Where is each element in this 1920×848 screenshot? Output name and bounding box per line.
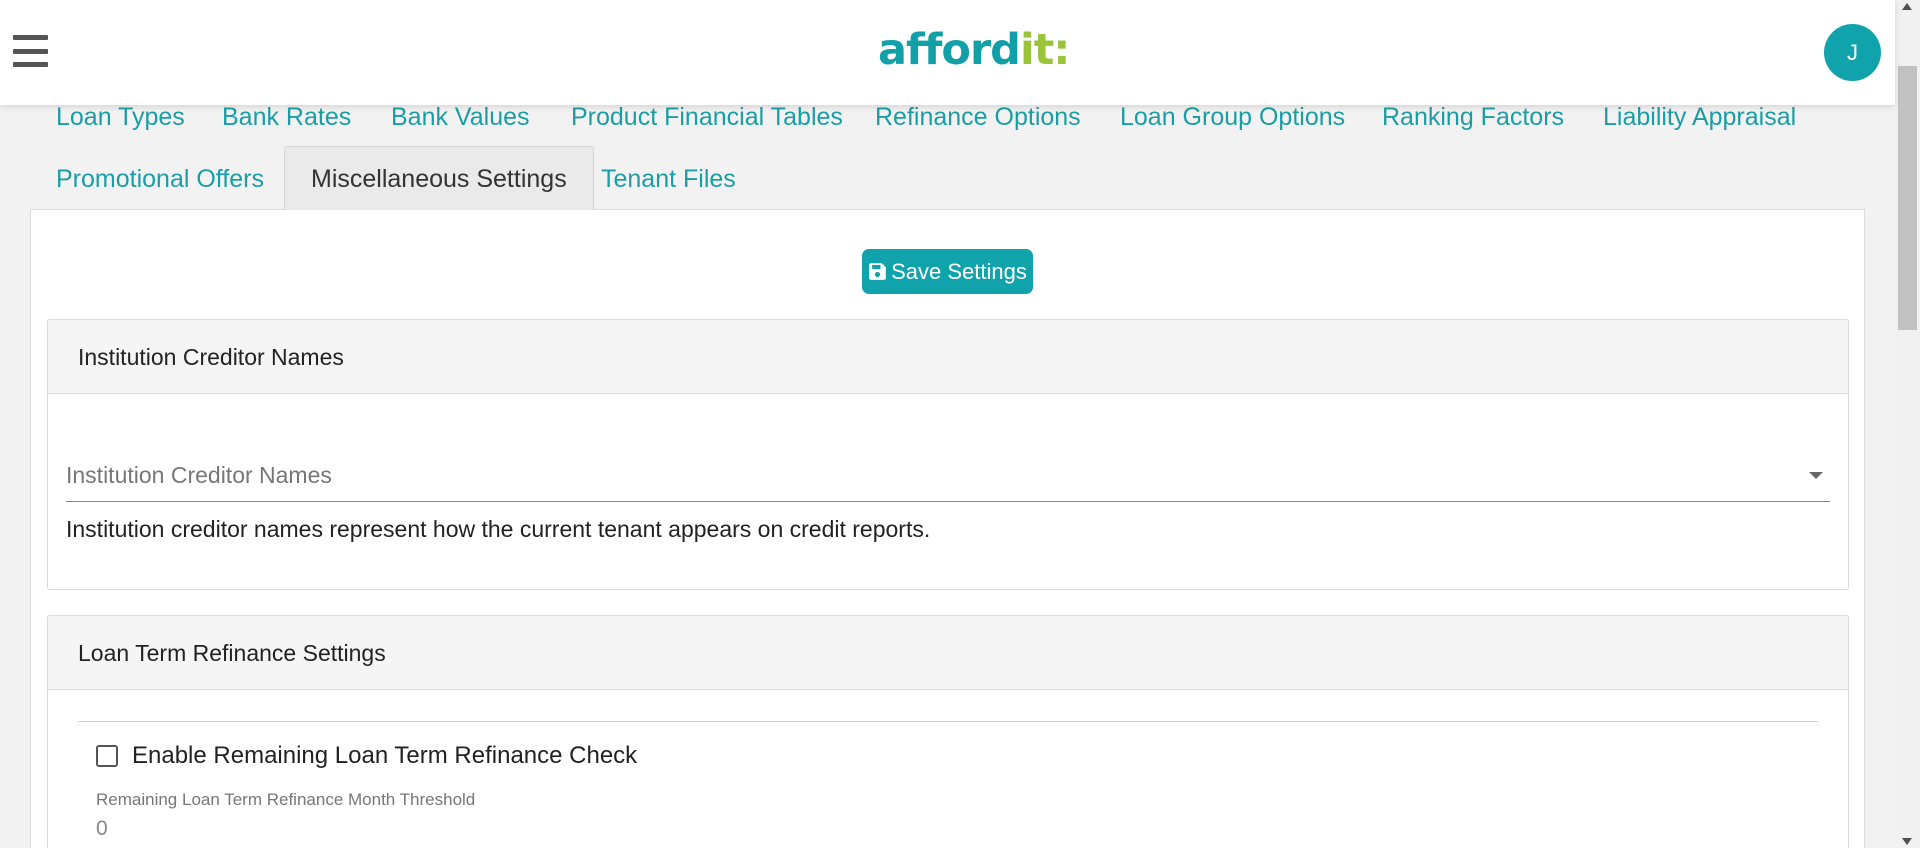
floppy-disk-icon [869,263,886,280]
loan-term-refinance-card: Loan Term Refinance Settings Enable Rema… [47,615,1849,848]
tab-promotional-offers[interactable]: Promotional Offers [30,148,290,210]
creditor-names-select[interactable]: Institution Creditor Names [66,442,1830,502]
tab-miscellaneous-settings[interactable]: Miscellaneous Settings [284,146,594,210]
logo-text-accent: it: [1019,25,1070,75]
scrollbar-thumb[interactable] [1898,66,1917,330]
section-divider [78,721,1818,722]
affordit-logo[interactable]: affordit: [878,22,1070,78]
creditor-names-card-title: Institution Creditor Names [48,320,1848,394]
scroll-up-arrow-icon[interactable] [1902,3,1912,10]
month-threshold-input[interactable]: 0 [96,817,108,841]
loan-term-refinance-card-title: Loan Term Refinance Settings [48,616,1848,690]
month-threshold-label: Remaining Loan Term Refinance Month Thre… [96,790,476,809]
logo-text-main: afford [878,25,1021,75]
save-settings-button[interactable]: Save Settings [862,249,1033,294]
enable-refinance-check-row[interactable]: Enable Remaining Loan Term Refinance Che… [96,742,637,770]
tab-tenant-files[interactable]: Tenant Files [575,148,762,210]
dropdown-caret-icon[interactable] [1809,472,1823,479]
scroll-down-arrow-icon[interactable] [1902,838,1912,845]
creditor-names-card: Institution Creditor Names Institution C… [47,319,1849,590]
creditor-names-placeholder: Institution Creditor Names [66,462,332,488]
save-settings-label: Save Settings [891,258,1027,284]
creditor-names-help-text: Institution creditor names represent how… [66,516,931,542]
enable-refinance-checkbox-label[interactable]: Enable Remaining Loan Term Refinance Che… [132,742,637,770]
hamburger-menu-icon[interactable] [13,35,48,67]
user-avatar[interactable]: J [1824,24,1881,81]
app-bar: affordit: J [0,0,1895,105]
page-scrollbar[interactable] [1895,0,1920,848]
enable-refinance-checkbox[interactable] [96,745,118,767]
